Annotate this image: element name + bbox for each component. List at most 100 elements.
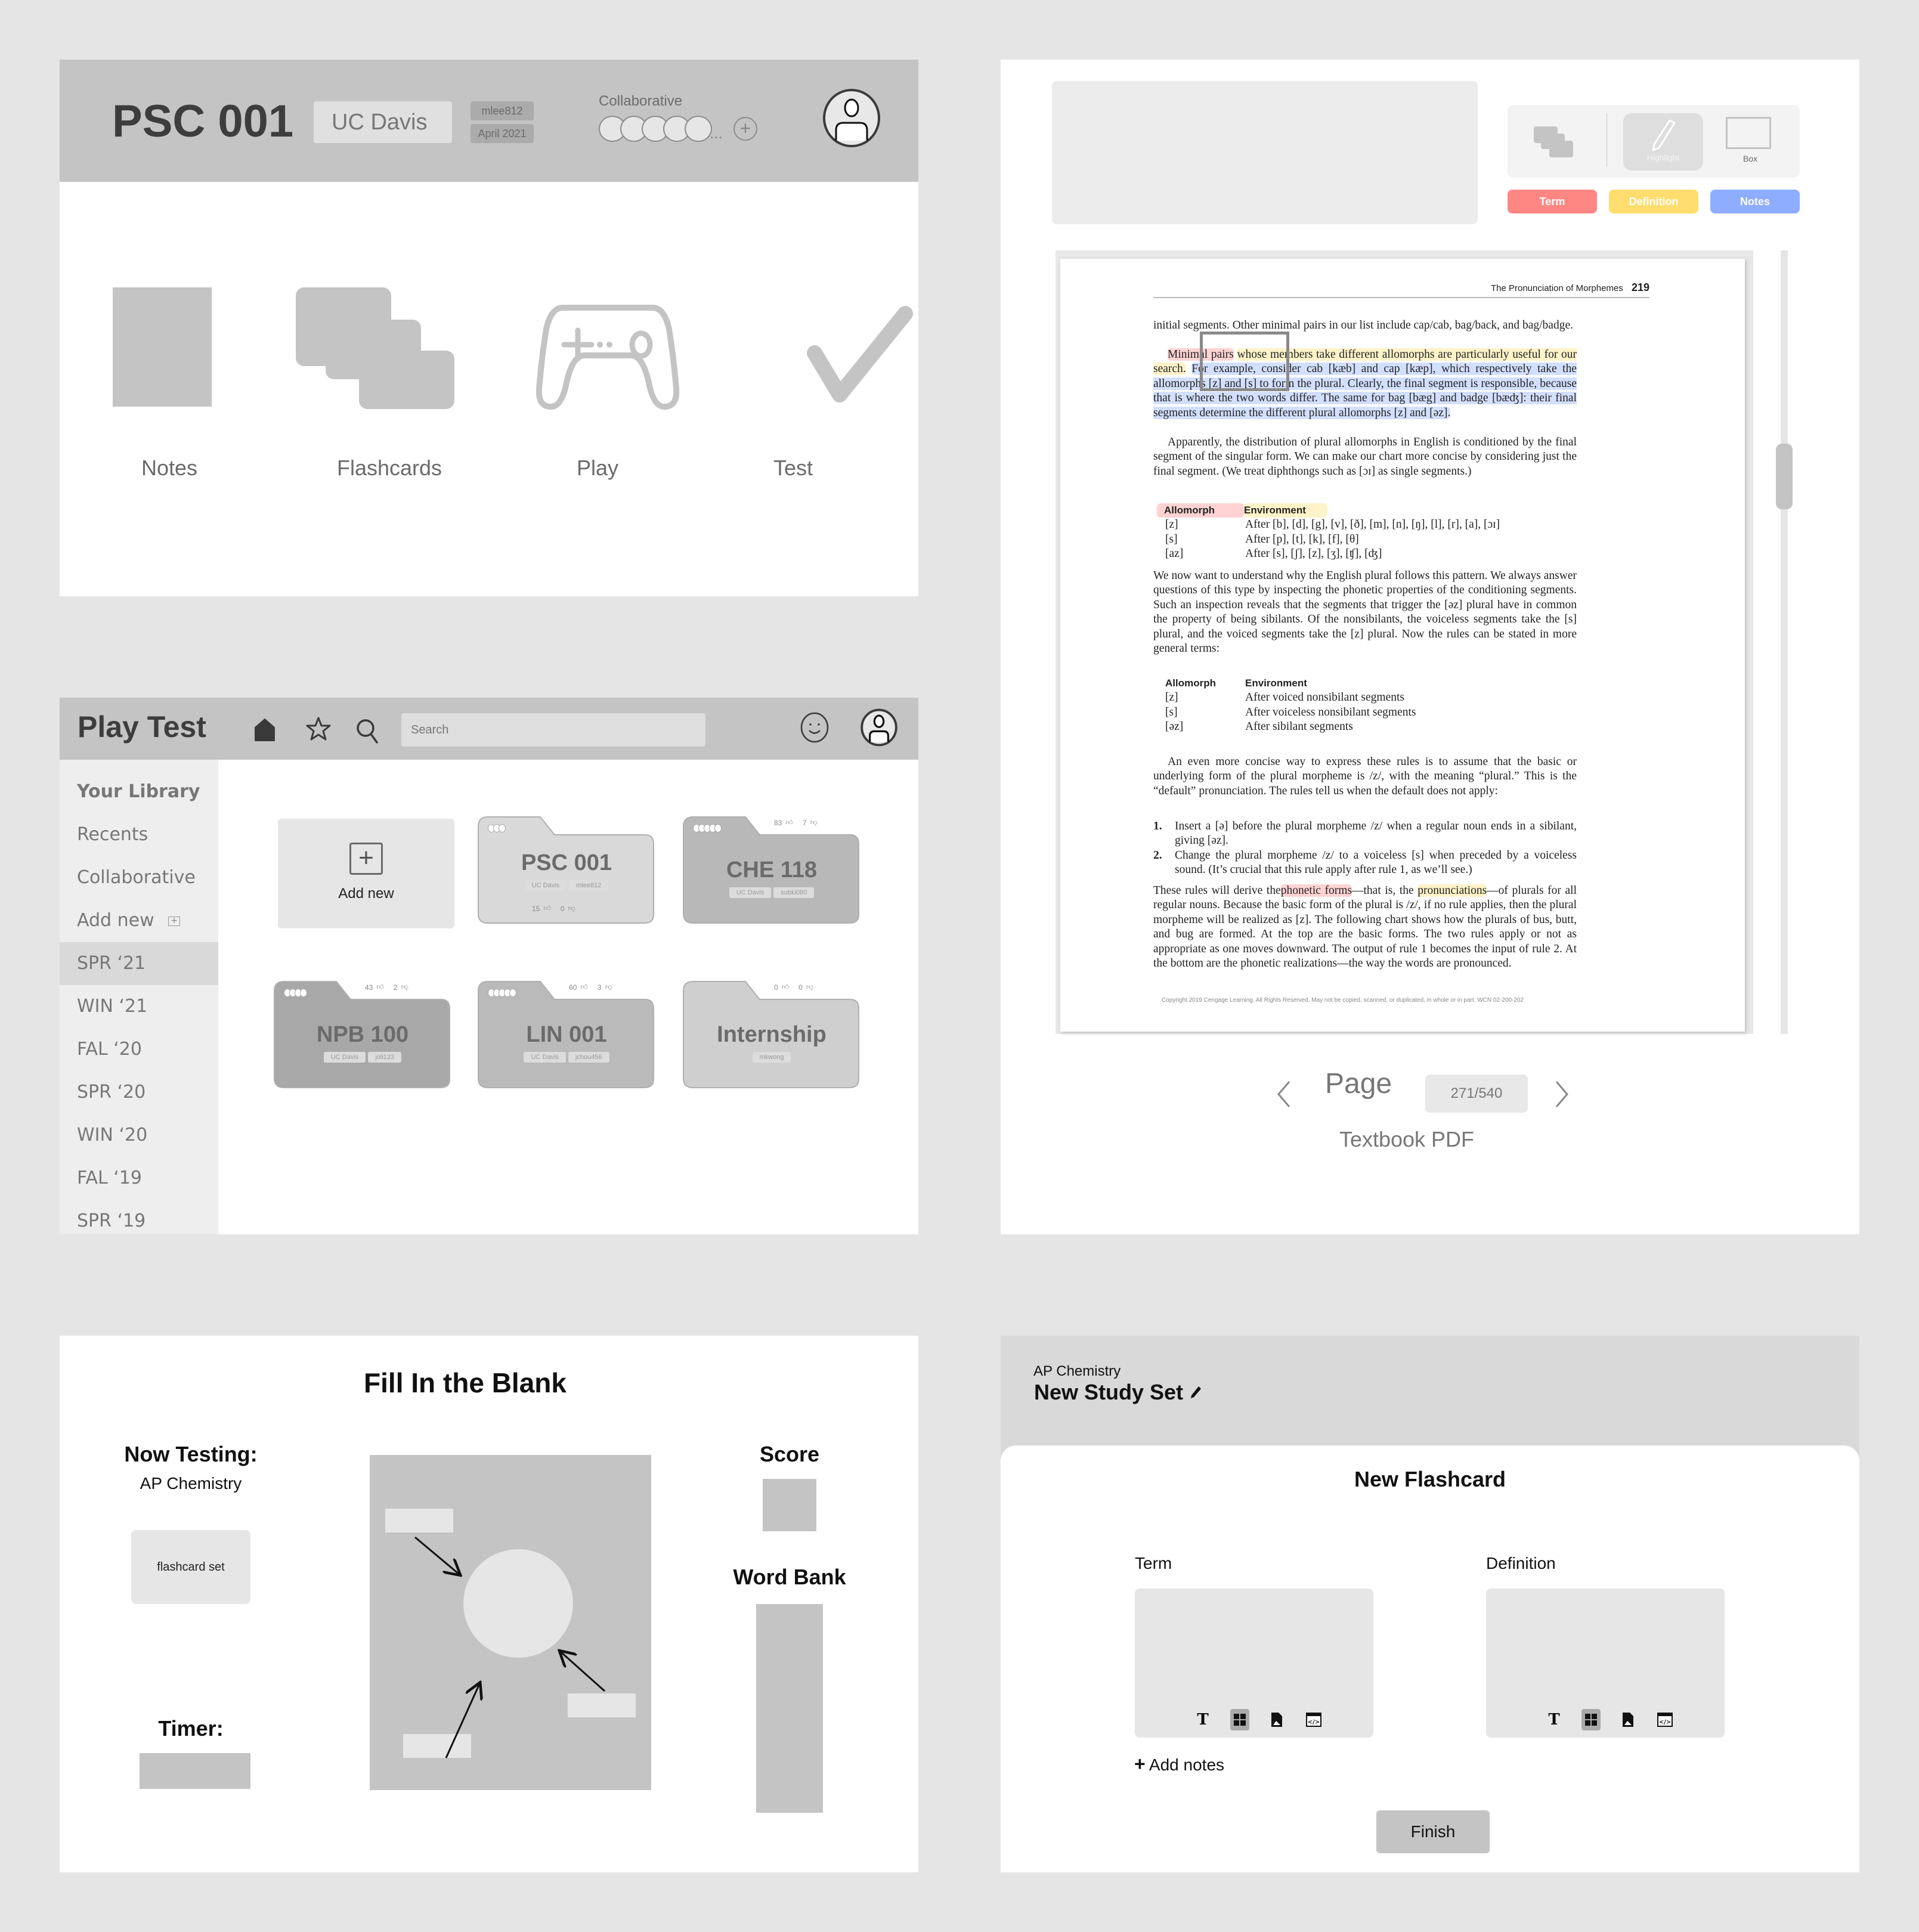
rule-item: 1. Insert a [ə] before the plural morphem… bbox=[1153, 819, 1577, 849]
add-new-set-button[interactable]: + Add new bbox=[278, 819, 454, 928]
collaborator-dot bbox=[499, 824, 506, 832]
sidebar-item-collaborative[interactable]: Collaborative bbox=[60, 856, 218, 899]
svg-text:</>: </> bbox=[1659, 1719, 1671, 1726]
add-notes-button[interactable]: + Add notes bbox=[1134, 1753, 1224, 1775]
paragraph: An even more concise way to express thes… bbox=[1153, 756, 1577, 797]
term-highlight[interactable]: phonetic forms bbox=[1280, 884, 1352, 897]
checkmark-icon[interactable] bbox=[806, 305, 914, 404]
flashcards-icon[interactable] bbox=[296, 287, 456, 409]
mode-play[interactable]: Play bbox=[526, 456, 669, 481]
definition-input[interactable]: T </> bbox=[1486, 1589, 1725, 1738]
layers-tool-icon[interactable] bbox=[1531, 124, 1577, 161]
thumbs-down-icon[interactable]: 👎︎ bbox=[568, 904, 575, 913]
term-input[interactable]: T </> bbox=[1135, 1589, 1373, 1738]
profile-avatar-icon[interactable] bbox=[860, 708, 898, 747]
grid-icon[interactable] bbox=[1230, 1709, 1249, 1730]
sidebar-item-your-library[interactable]: Your Library bbox=[60, 770, 218, 813]
profile-avatar-icon[interactable] bbox=[822, 88, 881, 148]
text-icon[interactable]: T bbox=[1193, 1709, 1212, 1730]
image-file-icon[interactable] bbox=[1618, 1709, 1638, 1730]
image-file-icon[interactable] bbox=[1267, 1709, 1286, 1730]
collaborator-dot bbox=[509, 989, 516, 997]
collaborator-dot bbox=[300, 989, 307, 997]
flashcard-set-card[interactable]: flashcard set bbox=[131, 1530, 250, 1604]
thumbs-down-icon[interactable]: 👎︎ bbox=[605, 983, 612, 992]
thumbs-up-icon[interactable]: 👍︎ bbox=[785, 818, 793, 827]
folder-card[interactable]: 83 👍︎ 7 👎︎ CHE 118 UC Davis subki080 bbox=[682, 816, 861, 929]
thumbs-up-icon[interactable]: 👍︎ bbox=[376, 983, 384, 992]
page-label: Page bbox=[1325, 1068, 1392, 1100]
folder-card[interactable]: 15 👍︎ 0 👎︎ PSC 001 UC Davis mlee812 bbox=[477, 816, 656, 929]
page-number-input[interactable]: 271/540 bbox=[1425, 1075, 1528, 1113]
text-icon[interactable]: T bbox=[1545, 1709, 1564, 1730]
plus-icon: + bbox=[1134, 1753, 1146, 1775]
table-cell: After voiced nonsibilant segments bbox=[1245, 691, 1404, 704]
plus-box-icon: + bbox=[349, 843, 383, 875]
chevron-left-icon[interactable] bbox=[1275, 1079, 1293, 1109]
collaborator-avatar[interactable] bbox=[685, 116, 712, 142]
folder-card[interactable]: 0 👍︎ 0 👎︎ Internship mkwong bbox=[682, 980, 861, 1094]
scrollbar-track[interactable] bbox=[1781, 250, 1788, 1034]
notes-icon[interactable] bbox=[113, 287, 212, 407]
sidebar-item-spr-20[interactable]: SPR ‘20 bbox=[60, 1071, 218, 1114]
sidebar-item-fal-19[interactable]: FAL ‘19 bbox=[60, 1157, 218, 1200]
home-icon[interactable] bbox=[254, 718, 276, 742]
thumbs-down-icon[interactable]: 👎︎ bbox=[810, 818, 818, 827]
sidebar-item-win-20[interactable]: WIN ‘20 bbox=[60, 1114, 218, 1157]
thumbs-down-icon[interactable]: 👎︎ bbox=[806, 983, 813, 992]
collaborator-dots bbox=[488, 824, 506, 832]
code-icon[interactable]: </> bbox=[1655, 1709, 1675, 1730]
chevron-right-icon[interactable] bbox=[1553, 1079, 1571, 1109]
folder-tag: jchou456 bbox=[568, 1052, 609, 1063]
gamepad-icon[interactable] bbox=[527, 293, 688, 410]
pencil-icon bbox=[1652, 119, 1676, 151]
thumbs-up-icon[interactable]: 👍︎ bbox=[782, 983, 790, 992]
dislike-count: 0 bbox=[798, 983, 803, 992]
rule-text: Change the plural morpheme /z/ to a voic… bbox=[1175, 849, 1577, 877]
definition-highlight[interactable]: pronunciations bbox=[1417, 884, 1487, 897]
mode-flashcards[interactable]: Flashcards bbox=[318, 456, 461, 481]
star-icon[interactable] bbox=[305, 716, 332, 742]
study-set-title[interactable]: New Study Set bbox=[1034, 1380, 1202, 1405]
word-bank[interactable] bbox=[756, 1604, 823, 1813]
sidebar-item-add-new[interactable]: Add new + bbox=[60, 899, 218, 942]
category-definition-button[interactable]: Definition bbox=[1609, 190, 1698, 213]
category-term-button[interactable]: Term bbox=[1508, 190, 1597, 213]
sidebar-item-spr-19[interactable]: SPR ‘19 bbox=[60, 1200, 218, 1234]
thumbs-down-icon[interactable]: 👎︎ bbox=[401, 983, 408, 992]
code-icon[interactable]: </> bbox=[1304, 1709, 1323, 1730]
grid-icon[interactable] bbox=[1581, 1709, 1601, 1730]
finish-button[interactable]: Finish bbox=[1376, 1810, 1490, 1853]
pdf-page: The Pronunciation of Morphemes 219 initi… bbox=[1060, 259, 1745, 1032]
flashcard-sheet bbox=[1001, 1445, 1859, 1872]
smiley-icon[interactable] bbox=[799, 711, 830, 744]
folder-card[interactable]: 43 👍︎ 2 👎︎ NPB 100 UC Davis joli123 bbox=[273, 980, 452, 1094]
vote-counts: 60 👍︎ 3 👎︎ bbox=[569, 983, 612, 992]
category-notes-button[interactable]: Notes bbox=[1710, 190, 1800, 213]
copyright-notice: Copyright 2019 Cengage Learning. All Rig… bbox=[1162, 997, 1524, 1004]
highlight-tool-button[interactable]: Highlight bbox=[1623, 113, 1703, 171]
box-tool-label[interactable]: Box bbox=[1726, 154, 1775, 163]
folder-tags: mkwong bbox=[682, 1052, 861, 1063]
sidebar-item-fal-20[interactable]: FAL ‘20 bbox=[60, 1028, 218, 1071]
search-icon[interactable] bbox=[355, 718, 379, 744]
mode-notes[interactable]: Notes bbox=[98, 456, 241, 481]
folder-title: LIN 001 bbox=[526, 1022, 607, 1047]
dislike-count: 7 bbox=[802, 818, 807, 827]
search-input[interactable] bbox=[401, 713, 705, 747]
folder-card[interactable]: 60 👍︎ 3 👎︎ LIN 001 UC Davis jchou456 bbox=[477, 980, 656, 1094]
text-run: —that is, the bbox=[1352, 884, 1414, 897]
thumbs-up-icon[interactable]: 👍︎ bbox=[543, 904, 551, 913]
mode-test[interactable]: Test bbox=[722, 456, 865, 481]
study-set-name: New Study Set bbox=[1034, 1380, 1184, 1404]
add-collaborator-button[interactable]: + bbox=[733, 117, 757, 141]
collaborator-dots bbox=[284, 989, 307, 997]
thumbs-up-icon[interactable]: 👍︎ bbox=[580, 983, 588, 992]
edit-pencil-icon[interactable] bbox=[1189, 1385, 1202, 1401]
scrollbar-thumb[interactable] bbox=[1776, 444, 1793, 509]
sidebar-item-recents[interactable]: Recents bbox=[60, 813, 218, 856]
sidebar-item-win-21[interactable]: WIN ‘21 bbox=[60, 985, 218, 1028]
box-tool-icon[interactable] bbox=[1726, 117, 1771, 149]
box-annotation[interactable] bbox=[1200, 332, 1289, 391]
sidebar-item-spr-21[interactable]: SPR ‘21 bbox=[60, 942, 218, 985]
